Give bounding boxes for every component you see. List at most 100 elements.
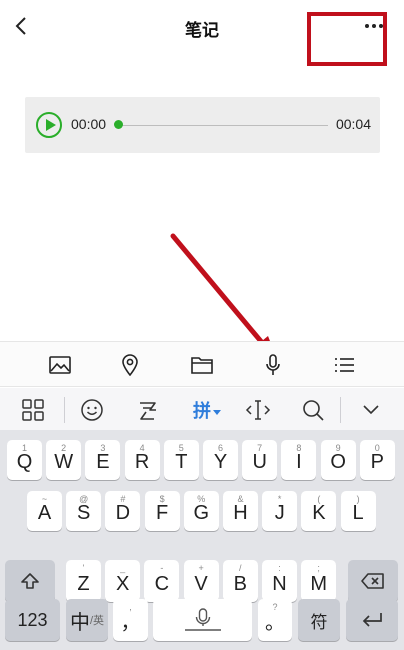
emoji-button[interactable] <box>79 397 105 423</box>
pinyin-mode-label: 拼 <box>193 401 211 422</box>
key-l[interactable]: ) L <box>340 491 376 531</box>
handwriting-button[interactable] <box>135 397 161 423</box>
key-label: A <box>37 502 52 524</box>
key-label: P <box>370 451 384 473</box>
key-b[interactable]: / B <box>222 560 258 602</box>
key-hint: * <box>277 494 282 504</box>
symbols-key[interactable]: 符 <box>298 599 340 641</box>
insert-image-button[interactable] <box>47 352 73 378</box>
progress-track[interactable] <box>121 125 328 126</box>
key-hint: _ <box>120 563 126 573</box>
audio-player: 00:00 00:04 <box>25 97 380 153</box>
language-switch-key[interactable]: 中/英 <box>66 599 108 641</box>
key-hint: / <box>239 563 242 573</box>
backspace-key[interactable] <box>348 560 398 602</box>
key-hint: 9 <box>335 443 341 453</box>
shift-key[interactable] <box>5 560 55 602</box>
key-w[interactable]: 2W <box>46 440 82 480</box>
highlight-box-annotation <box>307 12 387 66</box>
key-d[interactable]: # D <box>105 491 141 531</box>
cursor-move-icon <box>245 400 271 420</box>
microphone-icon <box>266 354 280 375</box>
key-g[interactable]: % G <box>183 491 219 531</box>
comma-key[interactable]: , ， <box>113 599 148 641</box>
key-a[interactable]: ~ A <box>27 491 62 531</box>
handwriting-icon <box>140 402 156 420</box>
keyboard-function-bar: 拼 <box>0 388 404 430</box>
key-u[interactable]: 7U <box>242 440 278 480</box>
key-t[interactable]: 5T <box>163 440 199 480</box>
numbers-key[interactable]: 123 <box>5 599 60 641</box>
key-e[interactable]: 3E <box>85 440 121 480</box>
key-q[interactable]: 1Q <box>7 440 42 480</box>
voice-record-button[interactable] <box>260 352 286 378</box>
key-f[interactable]: $ F <box>144 491 180 531</box>
folder-icon <box>191 357 213 374</box>
key-s[interactable]: @ S <box>66 491 102 531</box>
key-n[interactable]: :N <box>262 560 297 602</box>
key-label: L <box>352 502 364 524</box>
key-hint: ; <box>317 563 320 573</box>
key-c[interactable]: -C <box>144 560 180 602</box>
pinyin-mode-button[interactable]: 拼 <box>190 397 224 423</box>
key-label: Z <box>77 573 90 595</box>
key-label: N <box>272 573 287 595</box>
key-hint: # <box>120 494 126 504</box>
key-v[interactable]: + V <box>183 560 219 602</box>
symbols-key-label: 符 <box>310 612 328 632</box>
enter-key[interactable] <box>346 599 398 641</box>
search-icon <box>303 400 324 421</box>
list-icon <box>335 358 354 372</box>
key-hint: 1 <box>21 443 27 453</box>
key-x[interactable]: _ X <box>105 560 141 602</box>
soft-keyboard: 拼 1Q2W3E4R5T6Y7U8I9O0P ~ A @ S # D $ F% G & H * J(K)… <box>0 388 404 650</box>
key-hint: 0 <box>374 443 380 453</box>
keyboard-menu-button[interactable] <box>20 397 46 423</box>
key-k[interactable]: (K <box>301 491 337 531</box>
progress-thumb[interactable] <box>114 120 123 129</box>
key-m[interactable]: ; M <box>301 560 337 602</box>
key-j[interactable]: * J <box>262 491 298 531</box>
key-label: G <box>193 502 210 524</box>
english-label: /英 <box>89 615 105 627</box>
key-o[interactable]: 9O <box>320 440 356 480</box>
key-label: S <box>77 502 91 524</box>
play-button[interactable] <box>36 112 62 138</box>
image-icon <box>49 356 71 374</box>
key-hint: : <box>278 563 281 573</box>
chevron-down-icon <box>363 405 379 415</box>
collapse-keyboard-button[interactable] <box>358 397 384 423</box>
key-h[interactable]: & H <box>223 491 258 531</box>
key-y[interactable]: 6Y <box>203 440 238 480</box>
insert-list-button[interactable] <box>331 352 357 378</box>
key-label: H <box>233 502 248 524</box>
caret-down-icon <box>213 409 221 415</box>
key-label: B <box>233 573 247 595</box>
keyboard-search-button[interactable] <box>300 397 326 423</box>
location-pin-icon <box>122 354 138 376</box>
key-r[interactable]: 4R <box>124 440 160 480</box>
insert-location-button[interactable] <box>117 352 143 378</box>
space-key[interactable] <box>153 599 252 641</box>
insert-file-button[interactable] <box>189 352 215 378</box>
key-i[interactable]: 8I <box>281 440 317 480</box>
key-z[interactable]: ' Z <box>66 560 101 602</box>
key-label: Y <box>213 451 228 473</box>
key-label: U <box>252 451 267 473</box>
play-icon <box>46 119 56 131</box>
chinese-label: 中 <box>69 611 90 634</box>
period-key[interactable]: ? 。 <box>258 599 292 641</box>
cursor-move-button[interactable] <box>245 397 271 423</box>
comma-hint: , <box>129 602 132 612</box>
key-hint: 6 <box>217 443 223 453</box>
key-p[interactable]: 0P <box>359 440 395 480</box>
key-hint: & <box>237 494 244 504</box>
total-time: 00:04 <box>335 116 371 132</box>
key-hint: - <box>160 563 164 573</box>
editor-toolbar <box>0 341 404 387</box>
key-hint: 8 <box>296 443 302 453</box>
key-label: T <box>175 451 188 473</box>
key-hint: ~ <box>41 494 48 504</box>
enter-icon <box>362 613 382 627</box>
key-hint: 2 <box>61 443 67 453</box>
